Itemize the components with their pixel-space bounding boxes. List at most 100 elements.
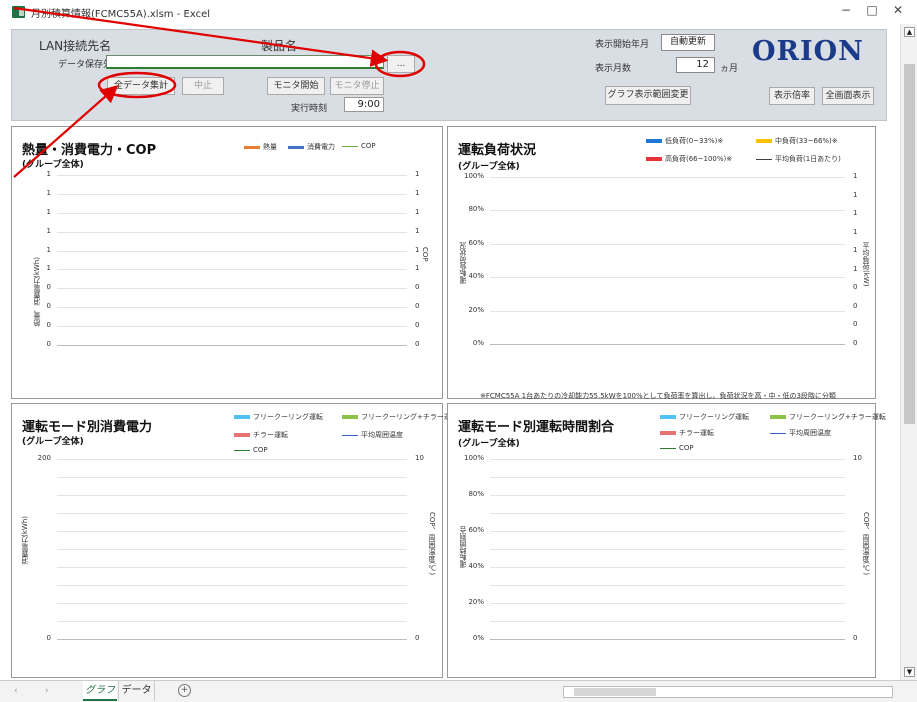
y-tick-label: 0: [46, 321, 51, 330]
y2-tick-label: 10: [853, 454, 862, 462]
gridline: [57, 231, 407, 233]
gridline: [490, 210, 845, 212]
restore-button[interactable]: □: [862, 3, 882, 17]
gridline: [490, 513, 845, 514]
gridline: [57, 345, 407, 346]
product-name-label: 製品名: [261, 39, 298, 53]
gridline: [57, 603, 407, 604]
y2-tick-label: 1: [853, 172, 858, 180]
gridline: [490, 567, 845, 568]
legend-free-cooling-chiller: フリークーリング+チラー運転: [342, 412, 458, 422]
gridline: [490, 549, 845, 550]
y2-axis-label: COP、周囲温度(℃): [862, 512, 870, 576]
display-months-label: 表示月数: [595, 64, 632, 74]
y-axis-label: 運転負荷状況: [459, 242, 467, 284]
display-months-field[interactable]: 12: [676, 57, 715, 73]
y-tick-label: 1: [46, 207, 51, 216]
operating-load-chart: 運転負荷状況 (グループ全体) 低負荷(0~33%)※ 中負荷(33~66%)※…: [447, 126, 876, 400]
browse-button[interactable]: ...: [387, 55, 415, 73]
scroll-thumb[interactable]: [904, 64, 915, 424]
y2-tick-label: 0: [415, 283, 420, 292]
start-month-field[interactable]: 自動更新: [661, 34, 715, 51]
y2-axis-label: 平均負荷(kW): [862, 242, 870, 287]
y2-axis-label: COP、周囲温度(℃): [428, 512, 436, 576]
y2-tick-label: 0: [853, 634, 858, 642]
graph-range-change-button[interactable]: グラフ表示範囲変更: [605, 86, 691, 105]
display-scale-button[interactable]: 表示倍率: [769, 87, 815, 105]
chart-subtitle: (グループ全体): [22, 160, 84, 170]
add-sheet-icon[interactable]: +: [178, 684, 191, 697]
y2-tick-label: 0: [415, 321, 420, 330]
chart-title: 熱量・消費電力・COP: [22, 143, 157, 158]
y-tick-label: 60%: [468, 526, 484, 534]
mode-power-chart: 運転モード別消費電力 (グループ全体) フリークーリング運転 フリークーリング+…: [11, 403, 458, 678]
legend-power: 消費電力: [288, 142, 335, 152]
y2-tick-label: 1: [853, 190, 858, 199]
plot-area: 100% 80% 60% 40% 20% 0% 10 0: [464, 454, 862, 642]
y-tick-label: 40%: [468, 562, 484, 570]
monitor-start-button[interactable]: モニタ開始: [267, 77, 325, 95]
legend-chiller: チラー運転: [234, 430, 288, 440]
y2-tick-label: 1: [853, 246, 858, 255]
gridline: [57, 639, 407, 640]
horizontal-scrollbar[interactable]: [563, 686, 893, 698]
save-location-field[interactable]: [106, 55, 384, 69]
gridline: [490, 177, 845, 178]
legend-avg-temp: 平均周囲温度: [342, 430, 403, 440]
prev-sheet-icon[interactable]: ‹: [14, 686, 18, 696]
y-axis-label: 消費電力(kWh): [21, 516, 29, 565]
gridline: [490, 639, 845, 640]
y-tick-label: 0: [46, 634, 51, 642]
y-tick-label: 0: [46, 302, 51, 311]
close-button[interactable]: ✕: [888, 3, 908, 17]
load-footnote: ※FCMC55A 1台あたりの冷却能力55.5kWを100%として負荷率を算出し…: [480, 392, 836, 400]
scroll-thumb[interactable]: [574, 688, 656, 696]
y-tick-label: 200: [37, 454, 51, 462]
gridline: [57, 459, 407, 460]
save-location-label: データ保存先: [58, 60, 113, 70]
exec-time-label: 実行時刻: [291, 104, 328, 114]
sheet-tab-bar: ‹ › グラフ データ +: [0, 680, 917, 702]
chart-subtitle: (グループ全体): [22, 437, 84, 447]
y2-tick-label: 1: [415, 264, 420, 273]
scroll-up-icon[interactable]: ▲: [904, 27, 915, 37]
gridline: [490, 344, 845, 345]
gridline: [490, 531, 845, 532]
tab-graph[interactable]: グラフ: [83, 681, 117, 701]
tab-data[interactable]: データ: [118, 681, 155, 701]
scroll-down-icon[interactable]: ▼: [904, 667, 915, 677]
exec-time-field[interactable]: 9:00: [344, 97, 384, 112]
y-tick-label: 1: [46, 264, 51, 273]
y-tick-label: 100%: [463, 172, 484, 180]
y-tick-label: 1: [46, 170, 51, 178]
gridline: [490, 603, 845, 604]
minimize-button[interactable]: −: [836, 3, 856, 17]
gridline: [490, 459, 845, 460]
y2-tick-label: 1: [853, 227, 858, 236]
monitor-stop-button[interactable]: モニタ停止: [330, 77, 384, 95]
vertical-scrollbar[interactable]: ▲ ▼: [900, 24, 917, 680]
y-tick-label: 1: [46, 245, 51, 254]
gridline: [490, 495, 845, 496]
heat-power-cop-chart: 熱量・消費電力・COP (グループ全体) 熱量 消費電力 COP 熱量、消費電力…: [11, 126, 443, 399]
y2-tick-label: 0: [415, 634, 420, 642]
chart-title: 運転モード別運転時間割合: [458, 420, 615, 435]
y-tick-label: 20%: [468, 305, 484, 314]
fullscreen-button[interactable]: 全画面表示: [822, 87, 874, 105]
y2-tick-label: 0: [415, 302, 420, 311]
gridline: [57, 250, 407, 252]
chart-subtitle: (グループ全体): [458, 439, 520, 449]
legend-cop: COP: [660, 444, 694, 452]
y-tick-label: 60%: [468, 238, 484, 247]
y2-tick-label: 1: [853, 264, 858, 273]
gridline: [490, 477, 845, 478]
y2-tick-label: 1: [415, 188, 420, 197]
aggregate-all-button[interactable]: 全データ集計: [107, 77, 175, 95]
next-sheet-icon[interactable]: ›: [45, 686, 49, 696]
stop-button[interactable]: 中止: [182, 77, 224, 95]
legend-chiller: チラー運転: [660, 428, 714, 438]
y-tick-label: 0%: [472, 634, 484, 642]
y-tick-label: 0: [46, 340, 51, 348]
chart-subtitle: (グループ全体): [458, 162, 520, 172]
gridline: [57, 585, 407, 586]
